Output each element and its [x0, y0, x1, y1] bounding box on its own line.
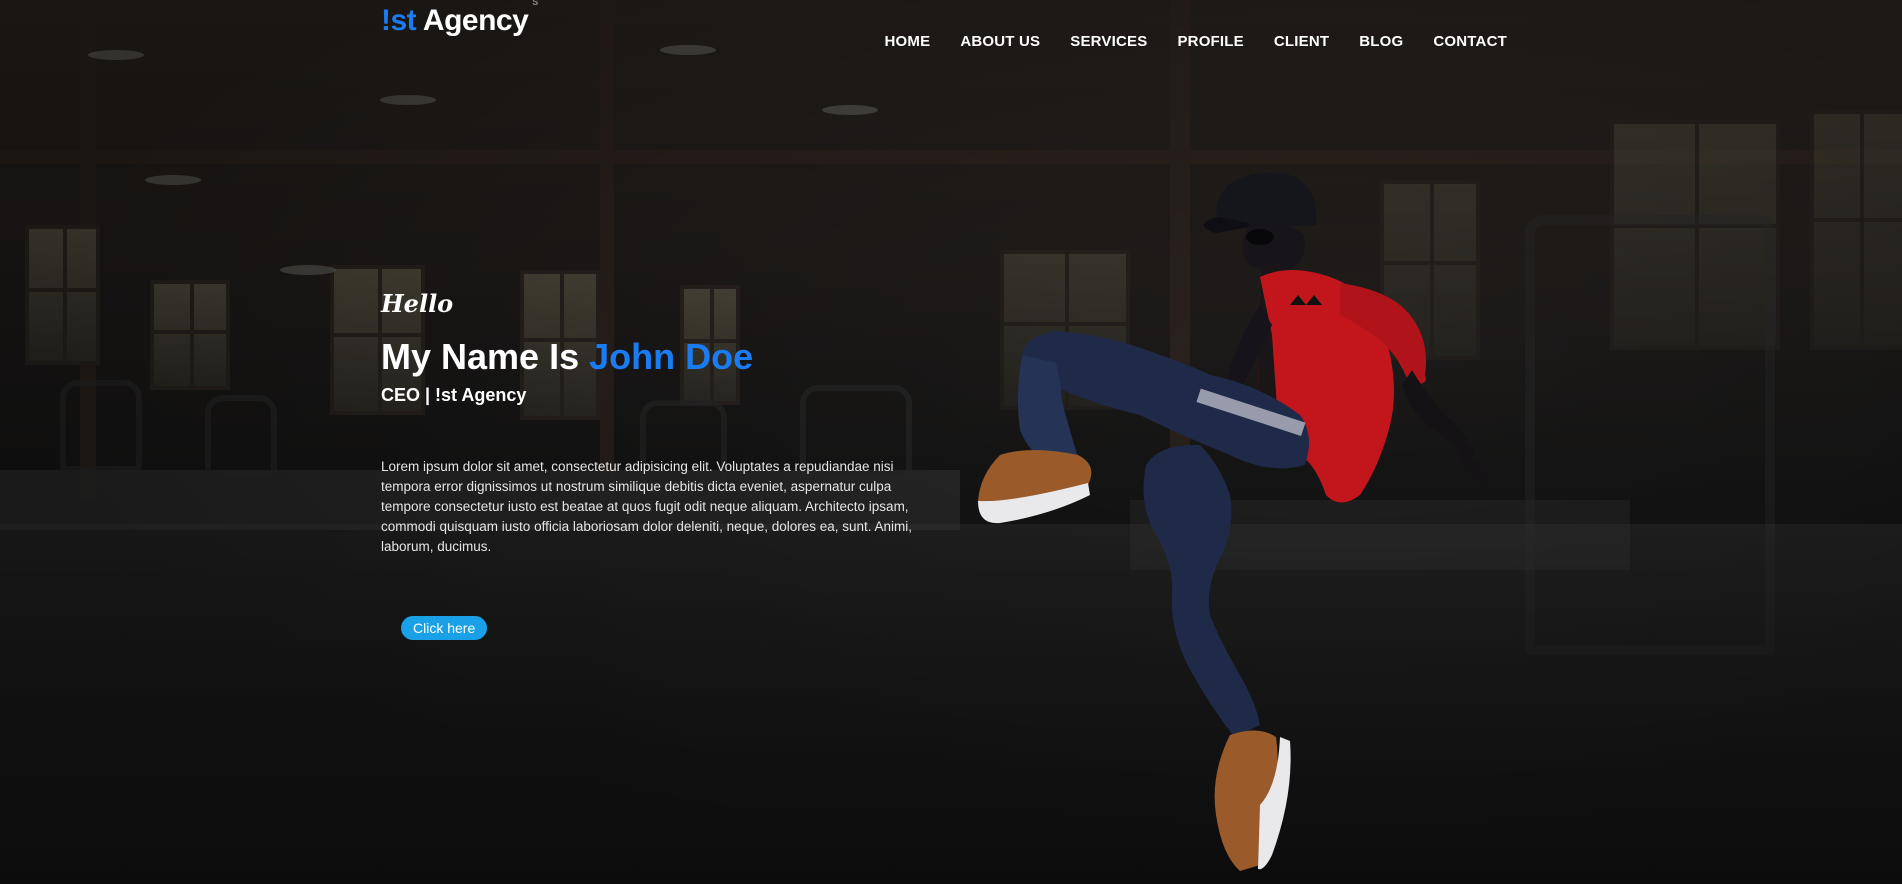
click-here-button[interactable]: Click here: [401, 616, 488, 640]
brand-logo[interactable]: !st AgencyS: [381, 0, 538, 38]
logo-accent: !st: [381, 4, 417, 37]
nav-blog[interactable]: BLOG: [1359, 33, 1403, 50]
nav-home[interactable]: HOME: [885, 33, 931, 50]
background-office-image: [0, 0, 1902, 884]
nav-services[interactable]: SERVICES: [1070, 33, 1147, 50]
logo-text: Agency: [422, 4, 529, 37]
nav-contact[interactable]: CONTACT: [1433, 33, 1507, 50]
logo-mark: S: [532, 0, 538, 7]
headline-name: John Doe: [589, 336, 754, 377]
main-nav: HOME ABOUT US SERVICES PROFILE CLIENT BL…: [855, 33, 1507, 50]
nav-client[interactable]: CLIENT: [1274, 33, 1329, 50]
hero-greeting: Hello: [381, 289, 454, 318]
nav-about-us[interactable]: ABOUT US: [960, 33, 1040, 50]
hero-dancer-image: [978, 172, 1492, 871]
headline-prefix: My Name Is: [381, 336, 580, 377]
hero-bio: Lorem ipsum dolor sit amet, consectetur …: [381, 459, 913, 554]
nav-profile[interactable]: PROFILE: [1177, 33, 1243, 50]
hero-role: CEO | !st Agency: [381, 385, 527, 405]
hero-headline: My Name Is John Doe: [381, 336, 753, 378]
